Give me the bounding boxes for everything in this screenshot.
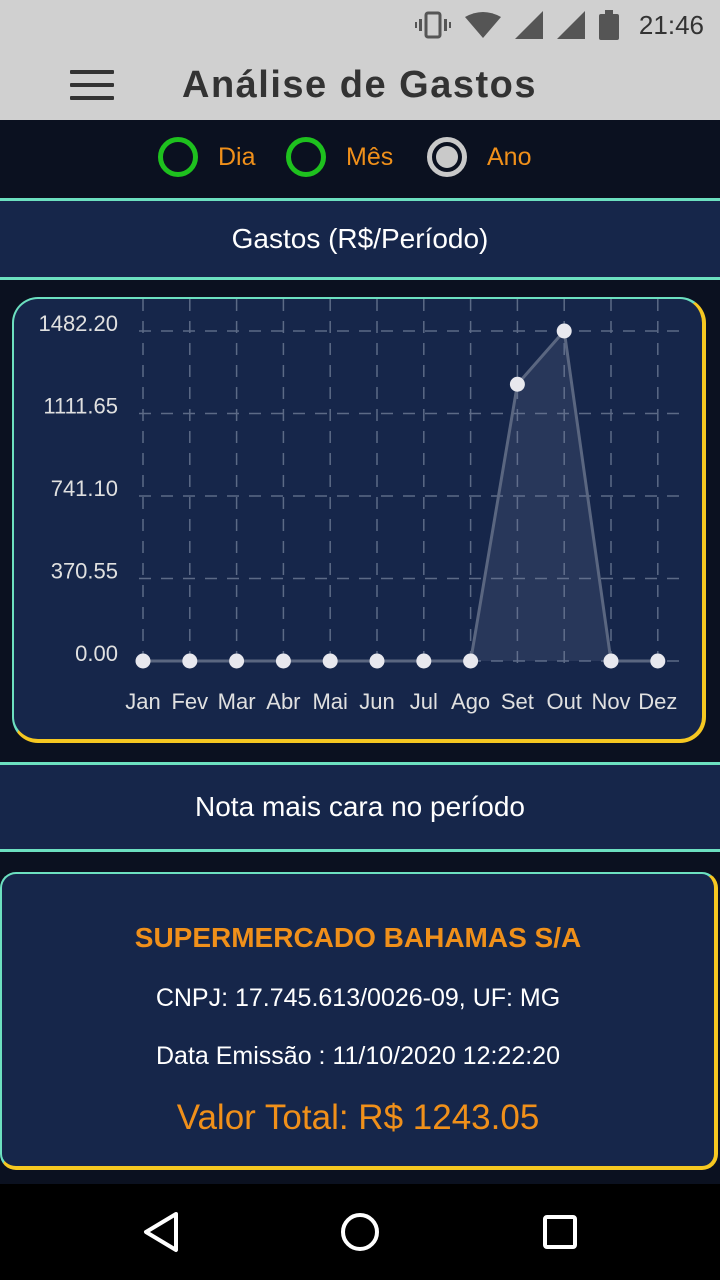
chart-section-header: Gastos (R$/Período) [0,198,720,280]
radio-button-checked-icon [427,137,467,177]
note-company-name: SUPERMERCADO BAHAMAS S/A [134,922,582,953]
y-tick-label: 0.00 [75,641,118,666]
status-icons: 21:46 [414,8,704,42]
app-bar: Análise de Gastos [0,50,720,120]
spending-chart-card: 1482.20 1111.65 741.10 370.55 0.00 Jan Fev Mar A… [12,297,706,743]
spending-chart: 1482.20 1111.65 741.10 370.55 0.00 Jan Fev Mar A… [38,299,688,714]
home-icon[interactable] [330,1202,390,1262]
x-tick-label: Out [546,689,581,714]
data-point-abr [275,653,291,669]
screen: 21:46 Análise de Gastos Dia Mês Ano Gast… [0,0,720,1280]
signal-icon [514,11,543,39]
radio-label-ano: Ano [487,142,532,171]
radio-button-icon [158,137,198,177]
data-point-jan [135,653,151,669]
page-title: Análise de Gastos [182,64,537,106]
y-tick-label: 370.55 [51,559,118,584]
x-tick-label: Jul [410,689,438,714]
radio-label-mes: Mês [346,142,394,171]
data-point-jul [416,653,432,669]
x-tick-label: Dez [638,689,677,714]
x-tick-label: Nov [591,689,630,714]
signal-icon [556,11,585,39]
radio-ano[interactable]: Ano [427,132,531,182]
x-tick-label: Abr [266,689,300,714]
most-expensive-note-card[interactable]: SUPERMERCADO BAHAMAS S/A CNPJ: 17.745.61… [0,872,718,1170]
recents-icon[interactable] [530,1202,590,1262]
x-tick-label: Mar [218,689,256,714]
wifi-icon [464,12,501,38]
radio-dia[interactable]: Dia [158,132,256,182]
note-emission-date: Data Emissão : 11/10/2020 12:22:20 [156,1042,560,1070]
battery-icon [598,10,619,40]
status-bar: 21:46 [0,0,720,50]
y-tick-label: 1111.65 [43,394,118,419]
note-total-value: Valor Total: R$ 1243.05 [176,1098,540,1137]
x-tick-label: Set [501,689,534,714]
vibrate-icon [414,11,451,39]
data-point-set [509,376,525,392]
data-point-jun [369,653,385,669]
status-time: 21:46 [638,9,704,40]
x-tick-label: Mai [312,689,347,714]
y-tick-label: 741.10 [51,476,118,501]
series-area [143,331,658,661]
data-point-nov [603,653,619,669]
navigation-bar [0,1184,720,1280]
x-tick-label: Fev [171,689,208,714]
data-point-mar [229,653,245,669]
data-point-fev [182,653,198,669]
radio-mes[interactable]: Mês [286,132,393,182]
x-tick-label: Jun [359,689,394,714]
period-selector: Dia Mês Ano [0,120,720,196]
radio-label-dia: Dia [218,142,256,171]
radio-button-icon [286,137,326,177]
x-tick-label: Jan [125,689,160,714]
period-radio-group: Dia Mês Ano [0,120,720,196]
data-point-ago [463,653,479,669]
hamburger-menu-icon[interactable] [60,62,124,108]
data-point-dez [650,653,666,669]
y-tick-label: 1482.20 [38,311,118,336]
data-point-out [556,323,572,339]
x-tick-label: Ago [451,689,490,714]
note-section-header: Nota mais cara no período [0,762,720,852]
back-icon[interactable] [130,1202,190,1262]
note-cnpj: CNPJ: 17.745.613/0026-09, UF: MG [155,984,561,1012]
data-point-mai [322,653,338,669]
